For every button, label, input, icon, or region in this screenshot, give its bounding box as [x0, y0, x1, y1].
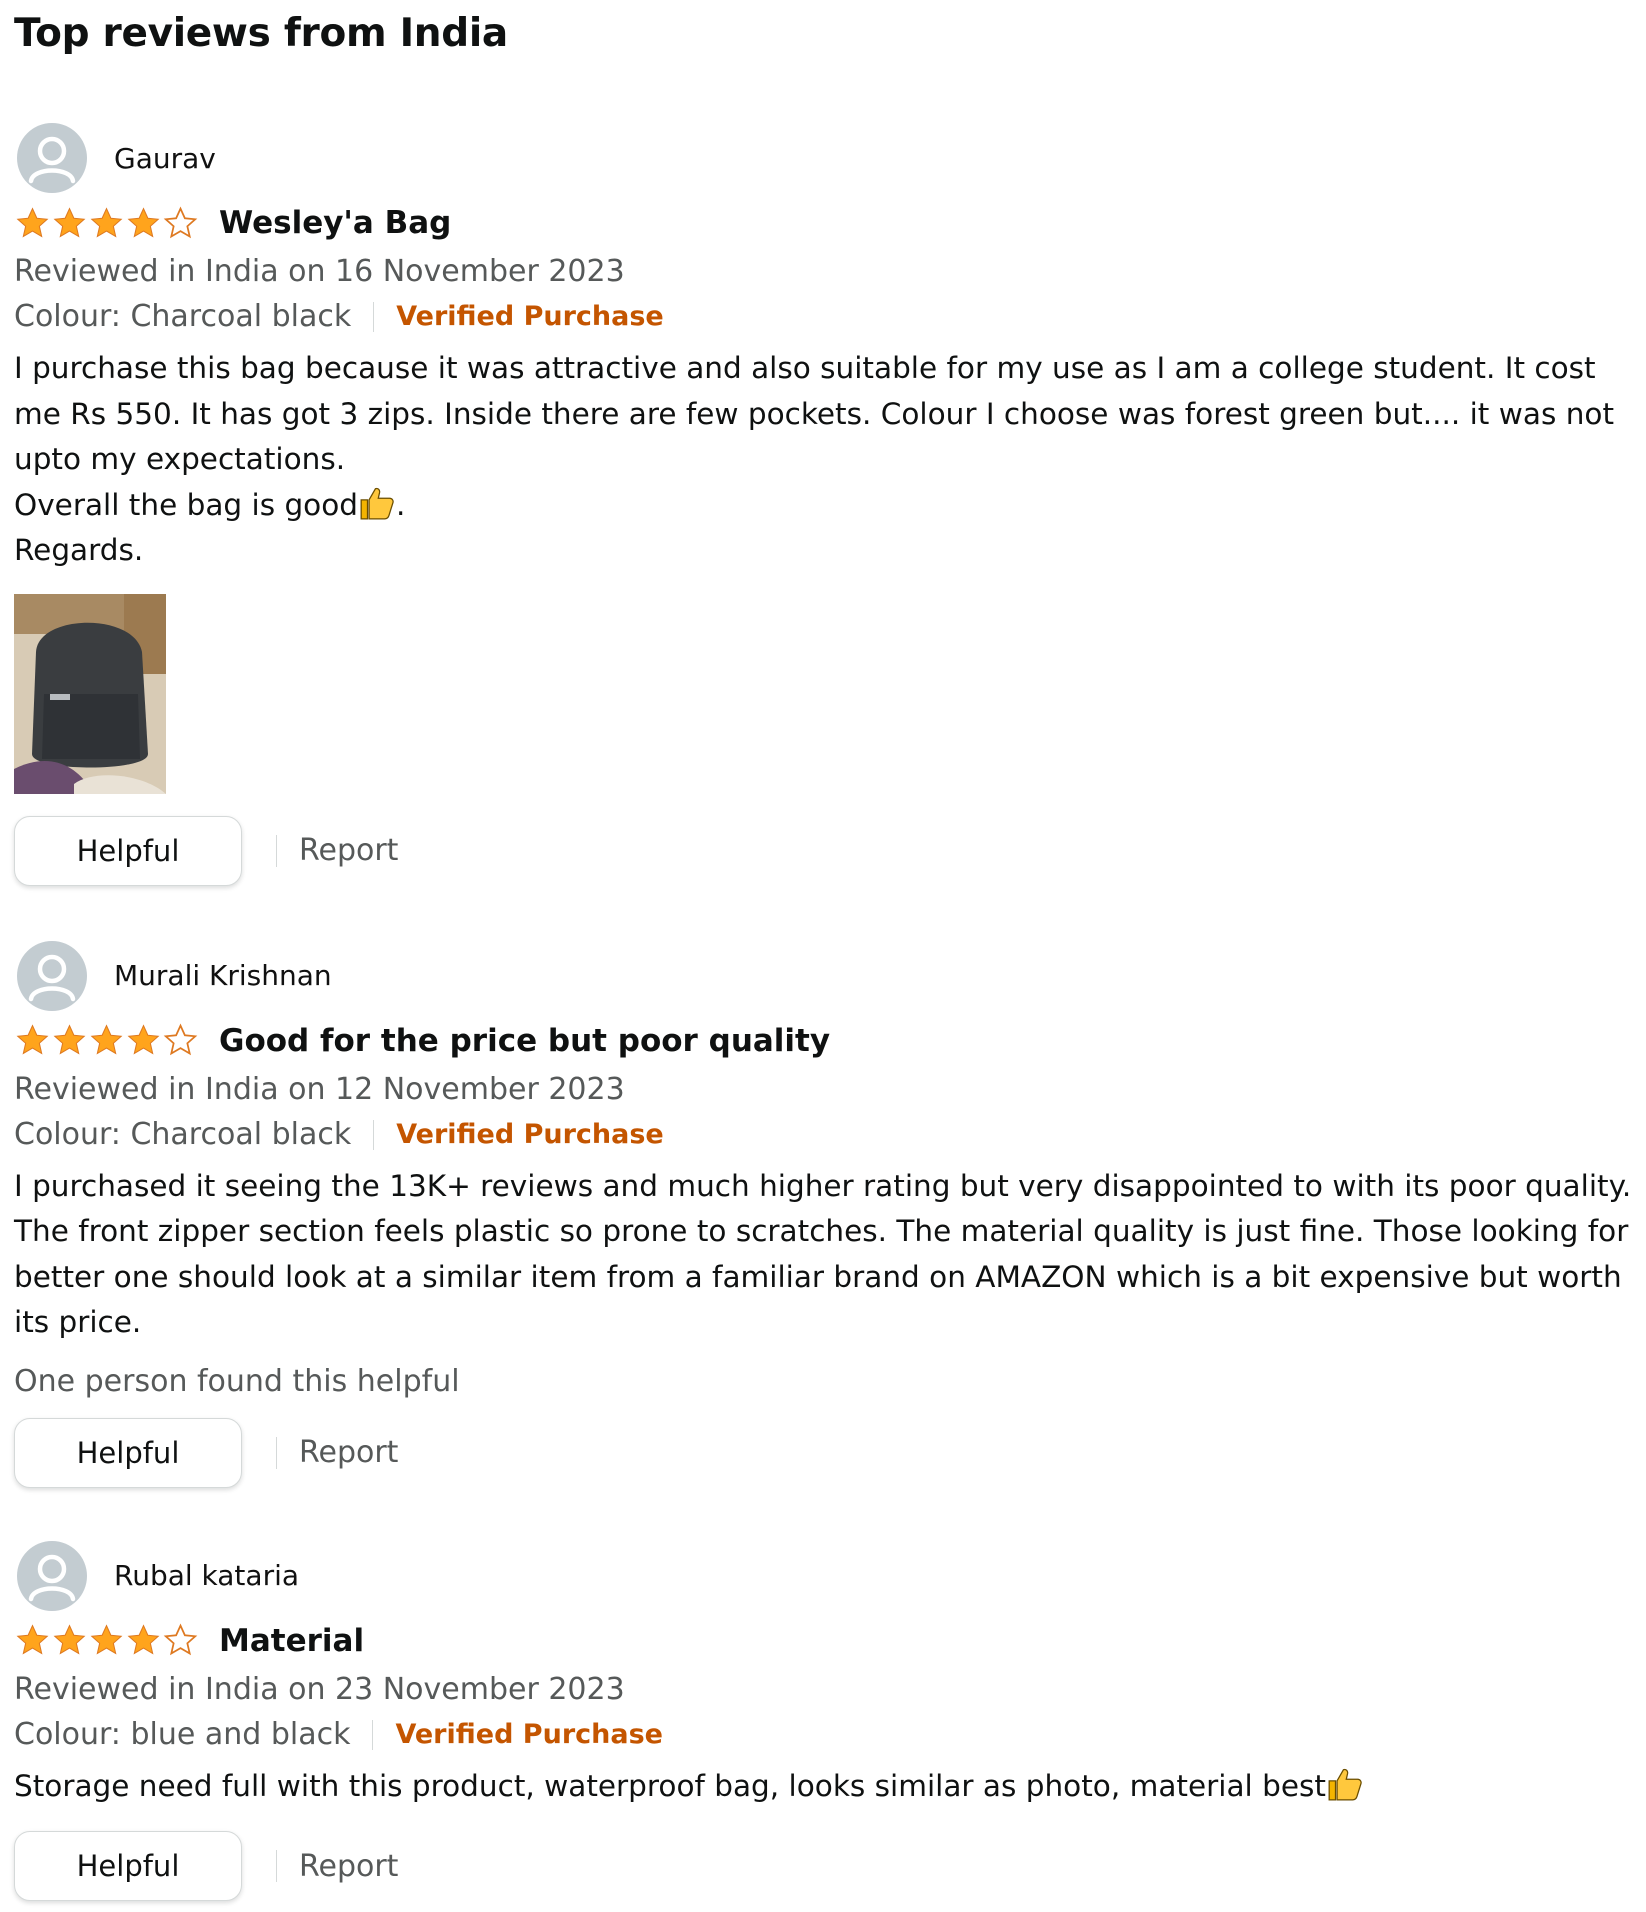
- verified-purchase-badge: Verified Purchase: [395, 1718, 663, 1750]
- verified-purchase-badge: Verified Purchase: [396, 301, 664, 332]
- divider: [373, 302, 375, 332]
- report-link[interactable]: Report: [299, 1435, 398, 1470]
- star-full-icon: [90, 1624, 123, 1655]
- helpful-button[interactable]: Helpful: [14, 815, 242, 886]
- helpful-button[interactable]: Helpful: [14, 1831, 242, 1901]
- star-full-icon: [16, 1024, 49, 1055]
- review-body: I purchase this bag because it was attra…: [14, 346, 1632, 574]
- review-paragraph: Storage need full with this product, wat…: [14, 1764, 1632, 1810]
- avatar: [17, 1540, 87, 1611]
- star-empty-icon: [163, 1023, 198, 1056]
- colour-variant[interactable]: Colour: Charcoal black: [14, 1112, 351, 1158]
- section-title: Top reviews from India: [14, 11, 508, 56]
- star-full-icon: [90, 206, 123, 238]
- colour-variant[interactable]: Colour: blue and black: [14, 1712, 350, 1758]
- review-card: Rubal kataria Material Reviewed in India…: [14, 1538, 1632, 1904]
- star-full-icon: [16, 1624, 49, 1655]
- divider: [372, 1719, 374, 1750]
- star-rating[interactable]: [14, 206, 199, 241]
- helpful-count: One person found this helpful: [14, 1363, 460, 1399]
- customer-image-thumbnail[interactable]: [14, 593, 166, 794]
- review-title[interactable]: Good for the price but poor quality: [219, 1023, 830, 1059]
- report-link[interactable]: Report: [299, 1849, 398, 1884]
- divider: [276, 1436, 277, 1469]
- review-title[interactable]: Material: [219, 1623, 364, 1659]
- star-rating[interactable]: [14, 1623, 199, 1658]
- avatar: [17, 940, 87, 1011]
- reviewer-name[interactable]: Gaurav: [114, 142, 216, 175]
- review-paragraph: Overall the bag is good.: [14, 483, 1632, 529]
- review-date: Reviewed in India on 16 November 2023: [14, 254, 625, 289]
- reviewer-name[interactable]: Murali Krishnan: [114, 959, 332, 992]
- review-title[interactable]: Wesley'a Bag: [219, 205, 451, 241]
- star-rating[interactable]: [14, 1023, 199, 1058]
- star-full-icon: [127, 1024, 160, 1055]
- helpful-button[interactable]: Helpful: [14, 1417, 242, 1488]
- colour-variant[interactable]: Colour: Charcoal black: [14, 294, 351, 340]
- star-full-icon: [90, 1024, 123, 1055]
- review-card: Murali Krishnan Good for the price but p…: [14, 938, 1632, 1490]
- review-paragraph: I purchased it seeing the 13K+ reviews a…: [14, 1168, 1632, 1340]
- star-full-icon: [127, 206, 160, 238]
- star-full-icon: [16, 206, 49, 238]
- thumbs-up-icon: [360, 487, 394, 519]
- reviewer-profile[interactable]: Gaurav: [14, 120, 1632, 196]
- thumbs-up-icon: [1328, 1768, 1362, 1800]
- star-full-icon: [53, 206, 86, 238]
- user-silhouette-icon: [28, 136, 76, 184]
- avatar: [17, 123, 87, 193]
- review-paragraph: Regards.: [14, 533, 144, 567]
- reviews-page: Top reviews from India Gaurav Wesley'a B…: [0, 0, 1646, 1912]
- divider: [276, 1850, 277, 1882]
- review-date: Reviewed in India on 23 November 2023: [14, 1671, 625, 1707]
- reviewer-profile[interactable]: Murali Krishnan: [14, 938, 1632, 1014]
- review-card: Gaurav Wesley'a Bag Reviewed in India on…: [14, 120, 1632, 888]
- divider: [373, 1119, 375, 1150]
- review-body: I purchased it seeing the 13K+ reviews a…: [14, 1164, 1632, 1346]
- user-silhouette-icon: [28, 954, 76, 1001]
- divider: [276, 834, 277, 867]
- star-full-icon: [53, 1624, 86, 1655]
- star-full-icon: [53, 1024, 86, 1055]
- star-empty-icon: [163, 206, 198, 238]
- verified-purchase-badge: Verified Purchase: [396, 1118, 664, 1150]
- reviewer-name[interactable]: Rubal kataria: [114, 1559, 299, 1592]
- review-paragraph: I purchase this bag because it was attra…: [14, 351, 1615, 476]
- review-date: Reviewed in India on 12 November 2023: [14, 1071, 625, 1107]
- user-silhouette-icon: [28, 1554, 76, 1601]
- star-empty-icon: [163, 1623, 198, 1656]
- star-full-icon: [127, 1624, 160, 1655]
- review-body: Storage need full with this product, wat…: [14, 1764, 1632, 1810]
- report-link[interactable]: Report: [299, 833, 398, 868]
- reviewer-profile[interactable]: Rubal kataria: [14, 1538, 1632, 1614]
